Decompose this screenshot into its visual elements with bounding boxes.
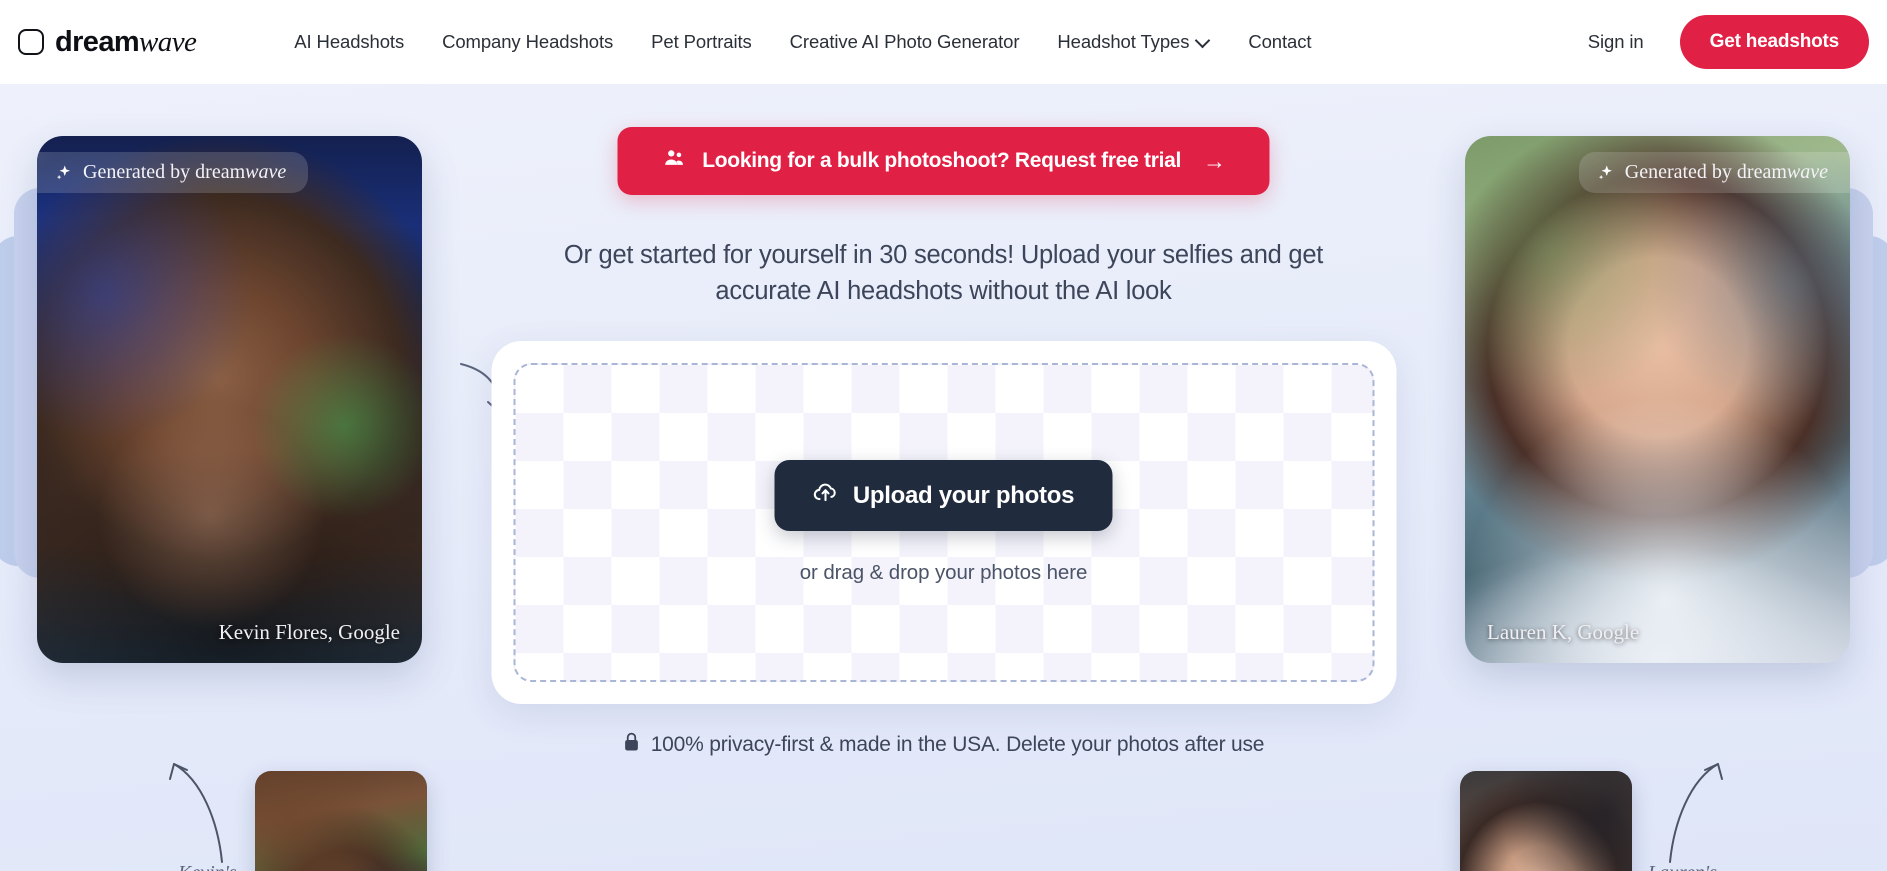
site-header: dreamwave AI Headshots Company Headshots… xyxy=(0,0,1887,84)
nav-label: Creative AI Photo Generator xyxy=(789,31,1020,52)
nav-item-headshot-types[interactable]: Headshot Types xyxy=(1057,31,1210,53)
hero-subheadline: Or get started for yourself in 30 second… xyxy=(563,241,1324,306)
generated-by-badge-right: Generated by dreamwave xyxy=(1578,152,1850,193)
sparkle-icon xyxy=(1597,164,1615,182)
photo-dropzone[interactable]: Upload your photos or drag & drop your p… xyxy=(513,363,1374,683)
lock-icon xyxy=(623,731,641,758)
logo-text-bold: dream xyxy=(55,25,140,58)
nav-label: AI Headshots xyxy=(294,31,405,52)
curved-arrow-up-icon-right xyxy=(1669,763,1723,863)
generated-photo-card-left: Generated by dreamwave Kevin Flores, Goo… xyxy=(37,136,422,663)
hero-center-column: Looking for a bulk photoshoot? Request f… xyxy=(491,127,1396,758)
badge-prefix: Generated by xyxy=(83,161,196,183)
nav-label: Pet Portraits xyxy=(651,31,752,52)
arrow-right-icon: → xyxy=(1203,147,1226,174)
rounded-square-icon xyxy=(18,29,44,55)
sign-in-link[interactable]: Sign in xyxy=(1588,31,1644,53)
nav-item-company-headshots[interactable]: Company Headshots xyxy=(442,31,613,53)
nav-label: Contact xyxy=(1248,31,1312,52)
generated-by-badge-left: Generated by dreamwave xyxy=(37,152,309,193)
nav-label: Headshot Types xyxy=(1057,31,1190,52)
before-photo-right xyxy=(1460,771,1632,871)
upload-button-label: Upload your photos xyxy=(852,481,1075,509)
before-label-name: Kevin's xyxy=(178,859,237,871)
sparkle-icon xyxy=(55,164,73,182)
bulk-photoshoot-banner[interactable]: Looking for a bulk photoshoot? Request f… xyxy=(617,127,1270,195)
badge-text: Generated by dreamwave xyxy=(1625,161,1828,184)
drag-drop-hint: or drag & drop your photos here xyxy=(799,561,1088,585)
logo[interactable]: dreamwave xyxy=(18,25,197,59)
logo-text-italic: wave xyxy=(139,25,197,58)
upload-card: Upload your photos or drag & drop your p… xyxy=(491,341,1396,705)
logo-text: dreamwave xyxy=(55,25,197,59)
badge-text: Generated by dreamwave xyxy=(83,161,286,184)
before-label-name: Lauren's xyxy=(1648,859,1717,871)
photo-name-caption-right: Lauren K, Google xyxy=(1487,620,1640,644)
get-headshots-button[interactable]: Get headshots xyxy=(1679,15,1869,69)
curved-arrow-up-icon-left xyxy=(169,763,223,863)
privacy-note: 100% privacy-first & made in the USA. De… xyxy=(623,731,1265,758)
badge-bold: dream xyxy=(195,161,246,183)
bulk-banner-label: Looking for a bulk photoshoot? Request f… xyxy=(702,149,1182,172)
badge-italic: wave xyxy=(245,161,287,183)
before-label-right: Lauren's Before xyxy=(1648,859,1717,871)
nav-item-ai-headshots[interactable]: AI Headshots xyxy=(294,31,404,53)
nav-label: Company Headshots xyxy=(442,31,614,52)
header-actions: Sign in Get headshots xyxy=(1588,15,1887,69)
people-icon xyxy=(661,147,686,175)
nav-item-contact[interactable]: Contact xyxy=(1248,31,1311,53)
photo-name-caption-left: Kevin Flores, Google xyxy=(218,620,400,644)
upload-your-photos-button[interactable]: Upload your photos xyxy=(774,460,1113,532)
badge-prefix: Generated by xyxy=(1624,161,1737,183)
cloud-upload-icon xyxy=(813,479,839,512)
before-photo-left xyxy=(255,771,427,871)
badge-bold: dream xyxy=(1736,161,1787,183)
privacy-text: 100% privacy-first & made in the USA. De… xyxy=(650,732,1265,756)
main-navigation: AI Headshots Company Headshots Pet Portr… xyxy=(294,31,1311,53)
badge-italic: wave xyxy=(1786,161,1828,183)
hero-section: Generated by dreamwave Kevin Flores, Goo… xyxy=(0,84,1887,871)
nav-item-pet-portraits[interactable]: Pet Portraits xyxy=(651,31,752,53)
generated-photo-card-right: Generated by dreamwave Lauren K, Google xyxy=(1465,136,1850,663)
nav-item-creative-ai-photo-generator[interactable]: Creative AI Photo Generator xyxy=(790,31,1020,53)
chevron-down-icon xyxy=(1197,34,1210,47)
before-label-left: Kevin's Before xyxy=(178,859,237,871)
